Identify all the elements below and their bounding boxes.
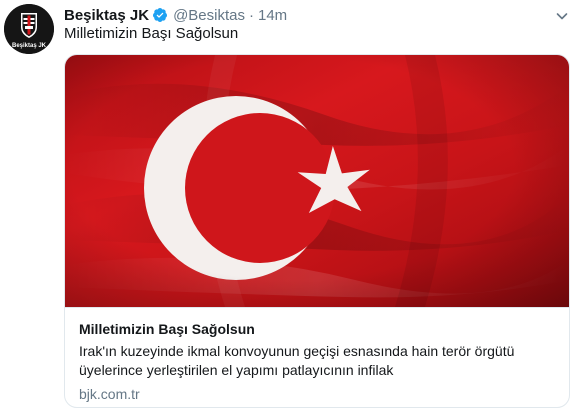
avatar-text: Beşiktaş JK [12,43,47,49]
avatar[interactable]: Beşiktaş JK [4,4,54,54]
turkish-flag-image[interactable] [65,55,569,307]
timestamp[interactable]: 14m [258,7,287,24]
card-title[interactable]: Milletimizin Başı Sağolsun [79,320,557,338]
tweet-header: Beşiktaş JK @Besiktas · 14m [64,5,287,25]
handle[interactable]: @Besiktas [173,7,245,24]
link-card[interactable]: Milletimizin Başı Sağolsun Irak'ın kuzey… [64,54,570,408]
display-name[interactable]: Beşiktaş JK [64,7,149,24]
tweet[interactable]: Beşiktaş JK Beşiktaş JK @Besiktas · 14m … [0,0,578,419]
card-description: Irak'ın kuzeyinde ikmal konvoyunun geçiş… [79,343,515,378]
card-domain[interactable]: bjk.com.tr [79,385,557,403]
verified-badge-icon [152,7,168,23]
chevron-down-icon[interactable] [554,8,570,24]
separator-dot: · [248,6,254,24]
besiktas-logo-icon: Beşiktaş JK [4,4,54,54]
card-body[interactable]: Milletimizin Başı Sağolsun Irak'ın kuzey… [65,307,569,407]
tweet-text: Milletimizin Başı Sağolsun [64,25,239,42]
